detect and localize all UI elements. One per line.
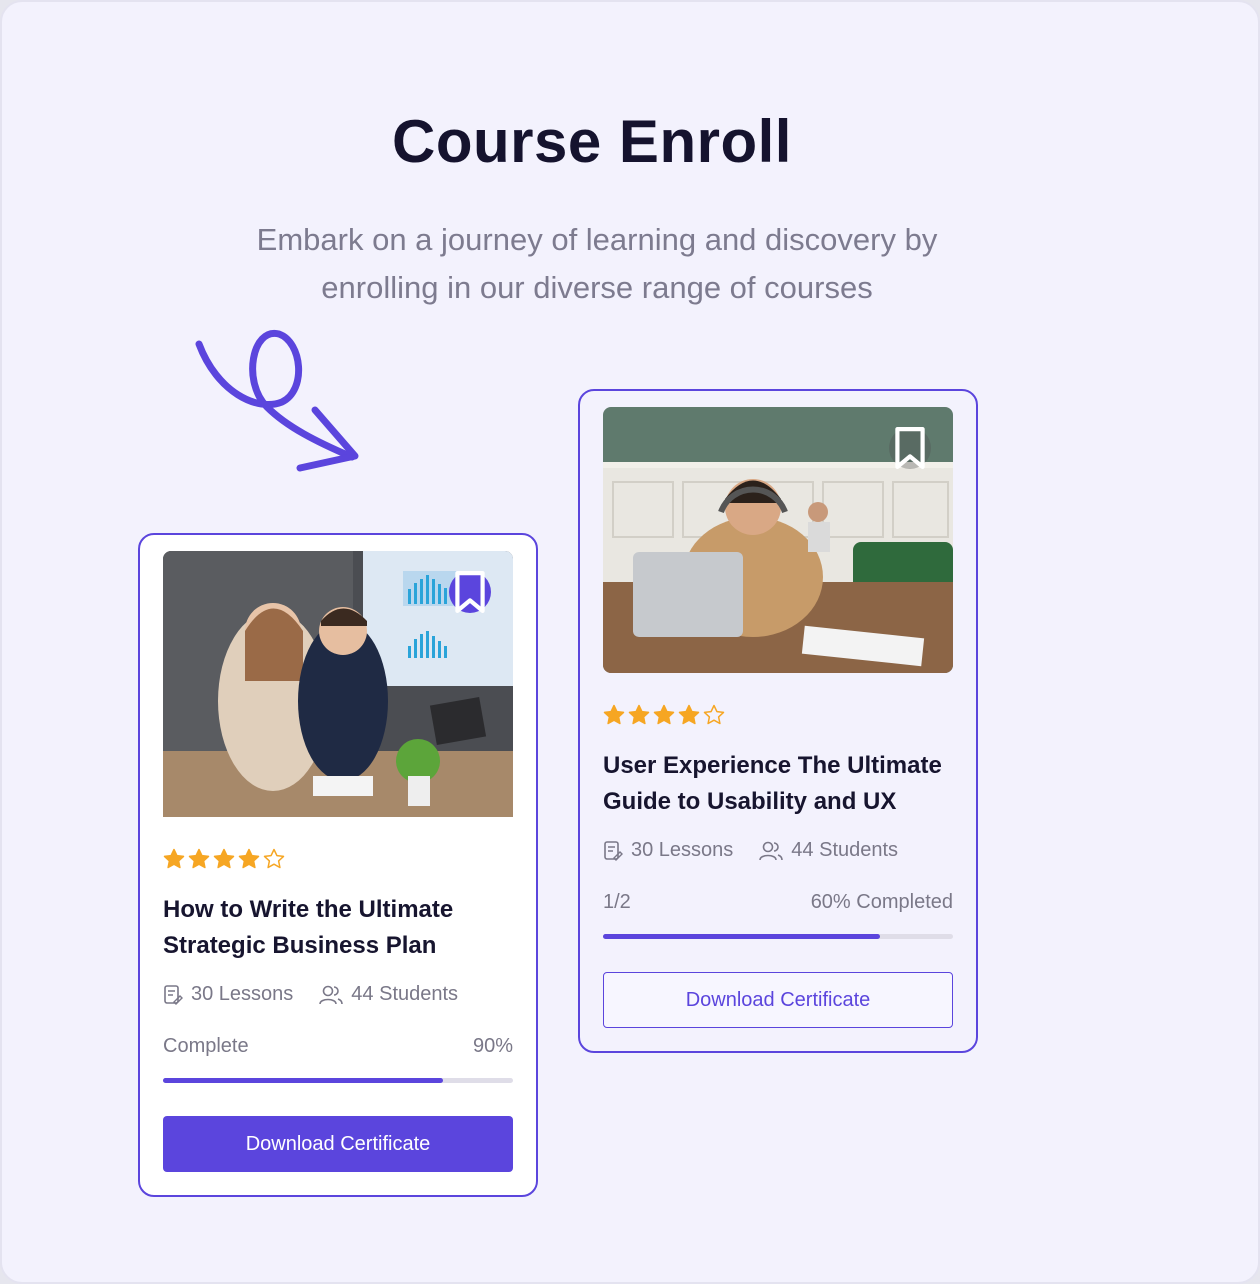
bookmark-icon[interactable] bbox=[889, 427, 931, 469]
course-meta: 30 Lessons 44 Students bbox=[603, 839, 924, 862]
star-outline-icon bbox=[263, 848, 285, 869]
rating-stars bbox=[163, 848, 285, 870]
lessons-count: 30 Lessons bbox=[631, 839, 734, 861]
star-filled-icon bbox=[653, 704, 675, 725]
download-certificate-button[interactable]: Download Certificate bbox=[603, 972, 953, 1028]
page-title: Course Enroll bbox=[392, 108, 792, 175]
star-filled-icon bbox=[188, 848, 210, 869]
lessons-icon bbox=[604, 840, 623, 861]
progress-bar bbox=[163, 1078, 513, 1083]
star-filled-icon bbox=[603, 704, 625, 725]
progress-info: 1/2 60% Completed bbox=[603, 891, 953, 914]
page-subtitle: Embark on a journey of learning and disc… bbox=[256, 222, 938, 305]
students-count: 44 Students bbox=[351, 983, 459, 1005]
bookmark-icon[interactable] bbox=[449, 571, 491, 613]
star-filled-icon bbox=[163, 848, 185, 869]
rating-stars bbox=[603, 704, 725, 726]
progress-value: 90% bbox=[472, 1035, 513, 1057]
students-info: 44 Students bbox=[319, 983, 458, 1006]
lessons-info: 30 Lessons bbox=[603, 839, 733, 862]
star-filled-icon bbox=[628, 704, 650, 725]
star-filled-icon bbox=[238, 848, 260, 869]
progress-fill bbox=[163, 1078, 443, 1083]
progress-info: Complete 90% bbox=[163, 1035, 513, 1058]
course-card-business-plan[interactable]: How to Write the Ultimate Strategic Busi… bbox=[138, 533, 538, 1197]
progress-label: Complete bbox=[163, 1035, 249, 1057]
students-icon bbox=[759, 841, 784, 860]
star-filled-icon bbox=[678, 704, 700, 725]
students-count: 44 Students bbox=[791, 839, 899, 861]
course-title: User Experience The Ultimate Guide to Us… bbox=[603, 752, 942, 815]
progress-fill bbox=[603, 934, 880, 939]
page-frame: Course Enroll Embark on a journey of lea… bbox=[0, 0, 1260, 1284]
students-info: 44 Students bbox=[759, 839, 898, 862]
course-meta: 30 Lessons 44 Students bbox=[163, 983, 484, 1006]
course-card-ux-guide[interactable]: User Experience The Ultimate Guide to Us… bbox=[578, 389, 978, 1053]
curly-arrow-icon bbox=[195, 330, 359, 472]
course-title: How to Write the Ultimate Strategic Busi… bbox=[163, 896, 454, 959]
download-certificate-button[interactable]: Download Certificate bbox=[163, 1116, 513, 1172]
progress-label: 1/2 bbox=[603, 891, 631, 913]
business-meeting-photo bbox=[163, 551, 513, 817]
lessons-count: 30 Lessons bbox=[191, 983, 294, 1005]
star-filled-icon bbox=[213, 848, 235, 869]
lessons-info: 30 Lessons bbox=[163, 983, 293, 1006]
lessons-icon bbox=[164, 984, 183, 1005]
star-outline-icon bbox=[703, 704, 725, 725]
progress-bar bbox=[603, 934, 953, 939]
students-icon bbox=[319, 985, 344, 1004]
progress-value: 60% Completed bbox=[810, 891, 953, 913]
man-with-headphones-laptop-photo bbox=[603, 407, 953, 673]
